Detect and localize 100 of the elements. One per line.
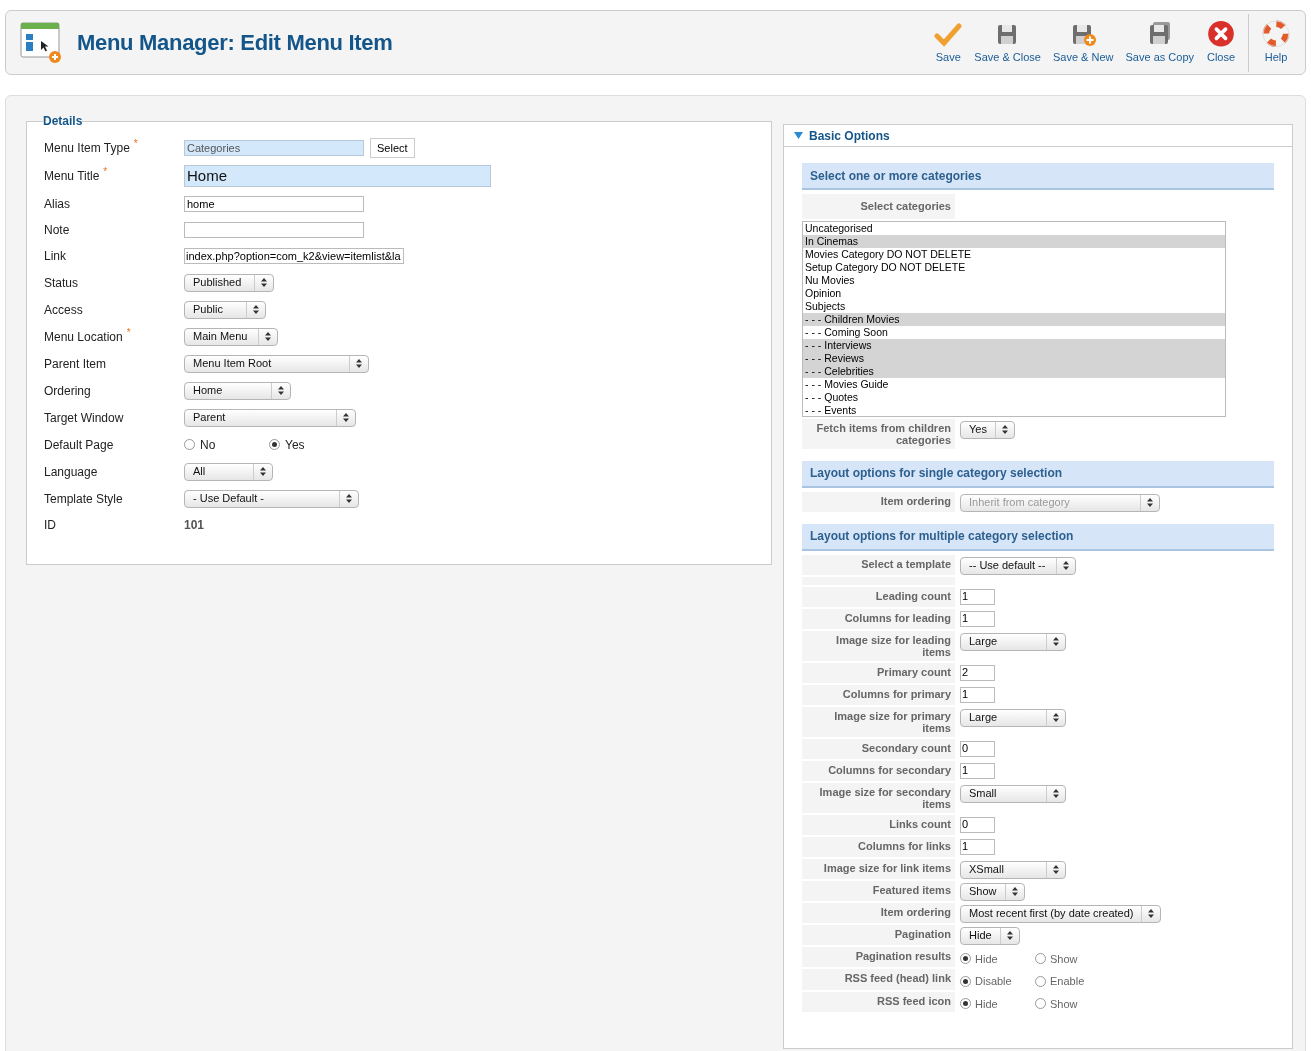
option-label: Pagination results xyxy=(802,946,955,967)
radio-label: Hide xyxy=(975,996,998,1012)
option-label: Primary count xyxy=(802,662,955,683)
option-label: Columns for links xyxy=(802,836,955,857)
number-field[interactable]: 1 xyxy=(960,610,995,627)
toolbar-button[interactable]: Save & Close xyxy=(968,19,1047,66)
number-field[interactable]: 2 xyxy=(960,664,995,681)
required-asterisk: * xyxy=(133,139,138,149)
field-label: Alias xyxy=(44,196,70,213)
radio-label: Yes xyxy=(285,436,305,454)
field-label: Link xyxy=(44,248,66,265)
field-label: Menu Item Type xyxy=(44,140,130,157)
select-arrows-icon xyxy=(1148,909,1155,918)
radio-label: Show xyxy=(1050,951,1078,967)
required-asterisk: * xyxy=(126,327,131,338)
dropdown-select[interactable]: Large xyxy=(960,632,1066,651)
category-listbox[interactable] xyxy=(802,220,1226,417)
select-arrows-icon xyxy=(261,278,267,287)
link-field[interactable]: index.php?option=com_k2&view=itemlist&la xyxy=(184,248,404,264)
select-arrows-icon xyxy=(1053,637,1059,646)
field-label: Access xyxy=(44,301,83,319)
checkmark-icon xyxy=(934,23,963,47)
select-arrows-icon xyxy=(1053,865,1059,874)
select-button[interactable]: Select xyxy=(370,138,415,158)
details-legend: Details xyxy=(43,112,83,130)
dropdown-select[interactable]: Public xyxy=(184,300,266,319)
text-field[interactable] xyxy=(184,222,364,238)
menu-manager-icon xyxy=(19,20,63,65)
option-label: Image size for primary items xyxy=(802,706,955,737)
select-arrows-icon xyxy=(1053,789,1059,798)
text-field[interactable]: home xyxy=(184,196,364,212)
menu-title-field[interactable]: Home xyxy=(184,165,491,187)
dropdown-select[interactable]: Most recent first (by date created) xyxy=(960,904,1162,923)
number-field[interactable]: 0 xyxy=(960,816,995,833)
number-field[interactable]: 1 xyxy=(960,762,995,779)
id-value: 101 xyxy=(184,517,205,534)
dropdown-select[interactable]: All xyxy=(184,462,273,481)
radio-button[interactable] xyxy=(1035,998,1046,1010)
radio-button[interactable] xyxy=(960,998,971,1010)
radio-button[interactable] xyxy=(960,953,971,965)
field-label: Menu Title xyxy=(44,168,100,185)
radio-label: Enable xyxy=(1050,974,1085,989)
dropdown-select[interactable]: -- Use default -- xyxy=(960,556,1076,575)
dropdown-select[interactable]: Yes xyxy=(960,420,1015,439)
dropdown-select[interactable]: Show xyxy=(960,882,1025,901)
dropdown-select[interactable]: Small xyxy=(960,784,1066,803)
page-title: Menu Manager: Edit Menu Item xyxy=(77,29,393,57)
option-label: Item ordering xyxy=(802,902,955,923)
field-label: Ordering xyxy=(44,382,91,400)
radio-button[interactable] xyxy=(184,439,195,450)
option-label: Columns for primary xyxy=(802,684,955,705)
radio-button[interactable] xyxy=(1035,975,1046,987)
radio-label: Show xyxy=(1050,996,1078,1012)
field-label: ID xyxy=(44,517,56,534)
dropdown-select[interactable]: Hide xyxy=(960,926,1020,945)
basic-options-toggle[interactable]: Basic Options xyxy=(784,125,1292,147)
number-field[interactable]: 1 xyxy=(960,588,995,605)
radio-button[interactable] xyxy=(960,975,971,987)
select-arrows-icon xyxy=(356,359,362,368)
option-label: Pagination xyxy=(802,924,955,945)
dropdown-select[interactable]: Menu Item Root xyxy=(184,354,369,373)
field-label: Language xyxy=(44,463,98,481)
select-arrows-icon xyxy=(1053,713,1059,722)
number-field[interactable]: 1 xyxy=(960,686,995,703)
select-arrows-icon xyxy=(260,467,266,476)
option-label: Select categories xyxy=(802,194,955,219)
radio-button[interactable] xyxy=(269,439,280,450)
option-label: RSS feed icon xyxy=(802,991,955,1012)
field-label: Menu Location xyxy=(44,328,123,346)
toolbar-button[interactable]: Save xyxy=(928,19,969,66)
option-label: Image size for leading items xyxy=(802,630,955,661)
toolbar-button[interactable]: Save as Copy xyxy=(1119,19,1200,66)
toolbar-button[interactable]: Help xyxy=(1255,19,1297,66)
radio-label: No xyxy=(200,436,216,454)
section-header: Select one or more categories xyxy=(802,163,1274,190)
dropdown-select[interactable]: - Use Default - xyxy=(184,489,359,508)
toolbar-button[interactable]: Save & New xyxy=(1047,19,1120,66)
dropdown-select[interactable]: Published xyxy=(184,273,274,292)
disclosure-triangle-icon xyxy=(794,132,803,139)
option-label: Links count xyxy=(802,814,955,835)
dropdown-select[interactable]: Large xyxy=(960,708,1066,727)
toolbar-button[interactable]: Close xyxy=(1200,19,1242,66)
option-label: Image size for link items xyxy=(802,858,955,879)
radio-button[interactable] xyxy=(1035,953,1046,965)
field-label: Parent Item xyxy=(44,355,107,373)
dropdown-select[interactable]: Home xyxy=(184,381,291,400)
option-label: Item ordering xyxy=(802,491,955,512)
option-label: Columns for leading xyxy=(802,608,955,629)
select-arrows-icon xyxy=(346,494,352,503)
radio-label: Disable xyxy=(975,974,1012,989)
dropdown-select[interactable]: Parent xyxy=(184,408,356,427)
option-label: Leading count xyxy=(802,586,955,607)
dropdown-select[interactable]: Main Menu xyxy=(184,327,278,346)
menu-type-field[interactable]: Categories xyxy=(184,140,364,156)
select-arrows-icon xyxy=(278,386,284,395)
number-field[interactable]: 0 xyxy=(960,740,995,757)
dropdown-select[interactable]: XSmall xyxy=(960,860,1066,879)
option-label: Featured items xyxy=(802,880,955,901)
section-header: Layout options for single category selection xyxy=(802,460,1274,488)
number-field[interactable]: 1 xyxy=(960,838,995,855)
